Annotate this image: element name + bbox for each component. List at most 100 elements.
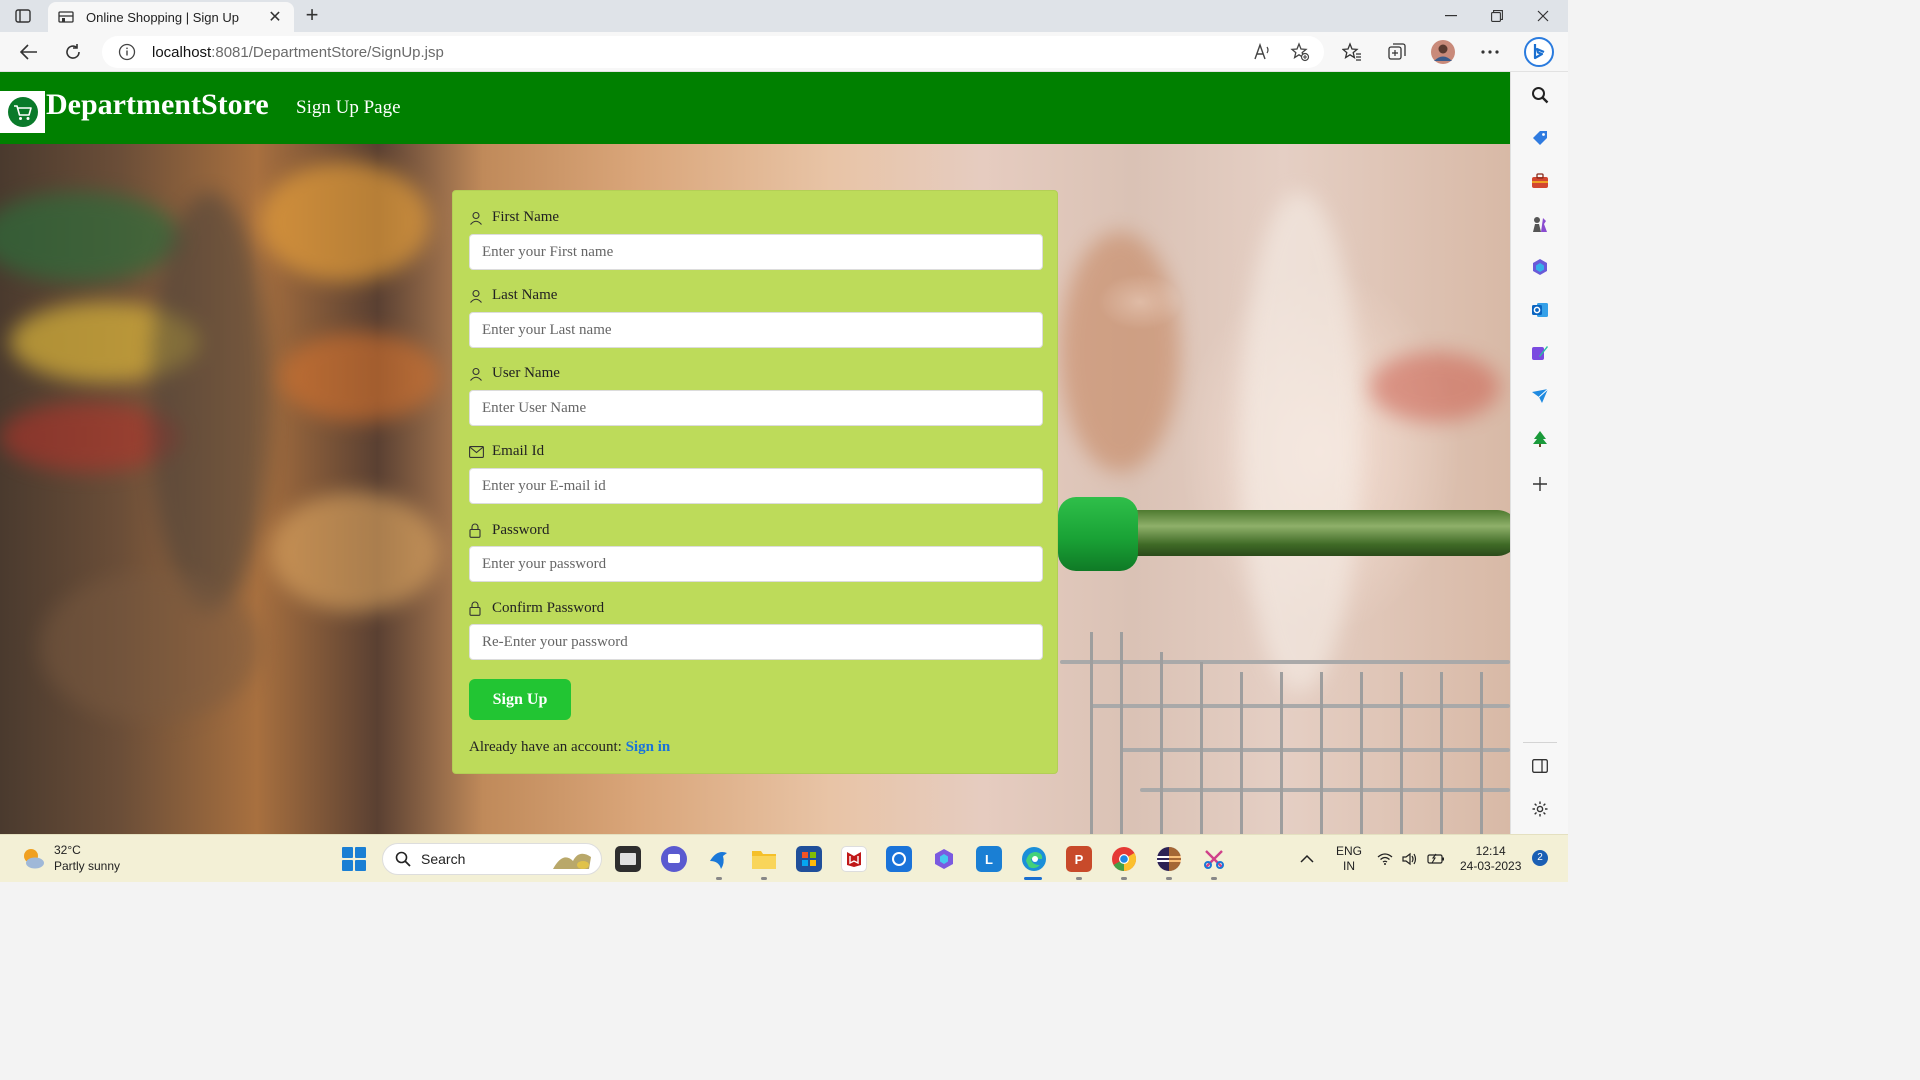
chrome-icon[interactable] xyxy=(1111,846,1137,872)
email-label-text: Email Id xyxy=(492,443,545,459)
confirm-password-label: Confirm Password xyxy=(469,600,604,617)
password-input[interactable] xyxy=(469,546,1043,582)
person-icon xyxy=(469,288,484,303)
settings-gear-icon[interactable] xyxy=(1530,799,1550,819)
show-hidden-icons[interactable] xyxy=(1300,835,1314,883)
more-options-icon[interactable] xyxy=(1478,40,1502,64)
restore-icon[interactable] xyxy=(1474,0,1520,32)
person-icon xyxy=(469,366,484,381)
cortana-icon[interactable] xyxy=(886,846,912,872)
browser-toolbar: localhost :8081/DepartmentStore/SignUp.j… xyxy=(0,32,1568,72)
signin-link[interactable]: Sign in xyxy=(626,739,671,755)
confirm-password-label-text: Confirm Password xyxy=(492,600,605,616)
mcafee-icon[interactable] xyxy=(841,846,867,872)
send-drop-icon[interactable] xyxy=(1530,386,1550,406)
lock-icon xyxy=(469,523,484,538)
linkedin-l-icon[interactable]: L xyxy=(976,846,1002,872)
microsoft-store-icon[interactable] xyxy=(796,846,822,872)
cart-logo-icon[interactable] xyxy=(0,91,45,133)
email-input[interactable] xyxy=(469,468,1043,504)
favorites-icon[interactable] xyxy=(1340,40,1364,64)
user-name-label-text: User Name xyxy=(492,365,560,381)
first-name-label: First Name xyxy=(469,209,559,226)
designer-icon[interactable] xyxy=(1530,343,1550,363)
volume-icon xyxy=(1402,852,1417,866)
page-viewport: DepartmentStore Sign Up Page First Name … xyxy=(0,72,1510,834)
notification-badge[interactable]: 2 xyxy=(1532,850,1548,866)
cart-handle-grip xyxy=(1058,497,1138,571)
store-favicon-icon xyxy=(58,9,76,25)
file-explorer-icon[interactable] xyxy=(751,846,777,872)
system-tray-icons[interactable] xyxy=(1377,835,1445,883)
weather-temp: 32°C xyxy=(54,843,81,857)
tree-icon[interactable] xyxy=(1530,429,1550,449)
browser-tab-active[interactable]: Online Shopping | Sign Up ✕ xyxy=(48,2,294,32)
copilot-app-icon[interactable] xyxy=(931,846,957,872)
signup-form-card: First Name Last Name User Name Email Id … xyxy=(452,190,1058,774)
brand-title[interactable]: DepartmentStore xyxy=(46,88,269,122)
search-highlight-icon xyxy=(553,853,591,869)
weather-desc: Partly sunny xyxy=(54,859,121,873)
read-aloud-icon[interactable] xyxy=(1252,42,1272,67)
region-code: IN xyxy=(1343,859,1355,873)
back-arrow-icon[interactable] xyxy=(14,38,44,66)
edge-browser-icon[interactable] xyxy=(1021,846,1047,872)
task-view-icon[interactable] xyxy=(615,846,641,872)
powerpoint-icon[interactable]: P xyxy=(1066,846,1092,872)
user-name-input[interactable] xyxy=(469,390,1043,426)
new-tab-button[interactable]: + xyxy=(300,4,324,28)
games-icon[interactable] xyxy=(1530,214,1550,234)
tab-title: Online Shopping | Sign Up xyxy=(86,9,239,25)
tools-briefcase-icon[interactable] xyxy=(1530,171,1550,191)
first-name-label-text: First Name xyxy=(492,209,560,225)
teams-chat-icon[interactable] xyxy=(661,846,687,872)
site-info-icon[interactable] xyxy=(118,43,136,61)
search-icon xyxy=(395,851,411,867)
signin-prompt: Already have an account: Sign in xyxy=(469,739,670,756)
signup-button[interactable]: Sign Up xyxy=(469,679,571,720)
lang-code: ENG xyxy=(1336,844,1363,858)
last-name-label: Last Name xyxy=(469,287,557,304)
weather-widget[interactable]: 32°C Partly sunny xyxy=(20,842,120,874)
search-icon[interactable] xyxy=(1530,85,1550,105)
minimize-icon[interactable] xyxy=(1428,0,1474,32)
browser-tab-bar: Online Shopping | Sign Up ✕ + xyxy=(0,0,1568,32)
shopping-tag-icon[interactable] xyxy=(1530,128,1550,148)
already-account-text: Already have an account: xyxy=(469,739,626,755)
add-favorite-icon[interactable] xyxy=(1290,42,1310,67)
edge-sidebar xyxy=(1510,72,1568,834)
active-app-indicator xyxy=(1024,877,1042,880)
taskbar-search[interactable]: Search xyxy=(382,843,602,875)
password-label-text: Password xyxy=(492,522,550,538)
confirm-password-input[interactable] xyxy=(469,624,1043,660)
snipping-tool-icon[interactable] xyxy=(1201,846,1227,872)
taskbar-search-text: Search xyxy=(421,851,466,867)
url-host: localhost xyxy=(152,43,212,61)
split-screen-icon[interactable] xyxy=(1530,756,1550,776)
tab-close-icon[interactable]: ✕ xyxy=(266,7,284,27)
first-name-input[interactable] xyxy=(469,234,1043,270)
user-name-label: User Name xyxy=(469,365,560,382)
add-sidebar-app-icon[interactable] xyxy=(1530,474,1550,494)
outlook-icon[interactable] xyxy=(1530,300,1550,320)
email-label: Email Id xyxy=(469,443,544,460)
person-icon xyxy=(469,210,484,225)
close-window-icon[interactable] xyxy=(1520,0,1566,32)
refresh-icon[interactable] xyxy=(58,38,88,66)
bing-copilot-icon[interactable] xyxy=(1524,37,1554,67)
eclipse-icon[interactable] xyxy=(1156,846,1182,872)
clock[interactable]: 12:14 24-03-2023 xyxy=(1460,835,1521,883)
language-indicator[interactable]: ENG IN xyxy=(1336,835,1362,883)
address-bar[interactable]: localhost :8081/DepartmentStore/SignUp.j… xyxy=(102,36,1324,68)
clock-time: 12:14 xyxy=(1475,844,1506,858)
microsoft-365-icon[interactable] xyxy=(1530,257,1550,277)
collections-icon[interactable] xyxy=(1385,40,1409,64)
profile-avatar[interactable] xyxy=(1431,40,1455,64)
app-arrow-icon[interactable] xyxy=(706,846,732,872)
tab-actions-icon[interactable] xyxy=(12,6,34,26)
last-name-label-text: Last Name xyxy=(492,287,558,303)
start-windows-icon[interactable] xyxy=(342,847,366,871)
last-name-input[interactable] xyxy=(469,312,1043,348)
lock-icon xyxy=(469,601,484,616)
nav-signup-page-link[interactable]: Sign Up Page xyxy=(296,97,401,119)
